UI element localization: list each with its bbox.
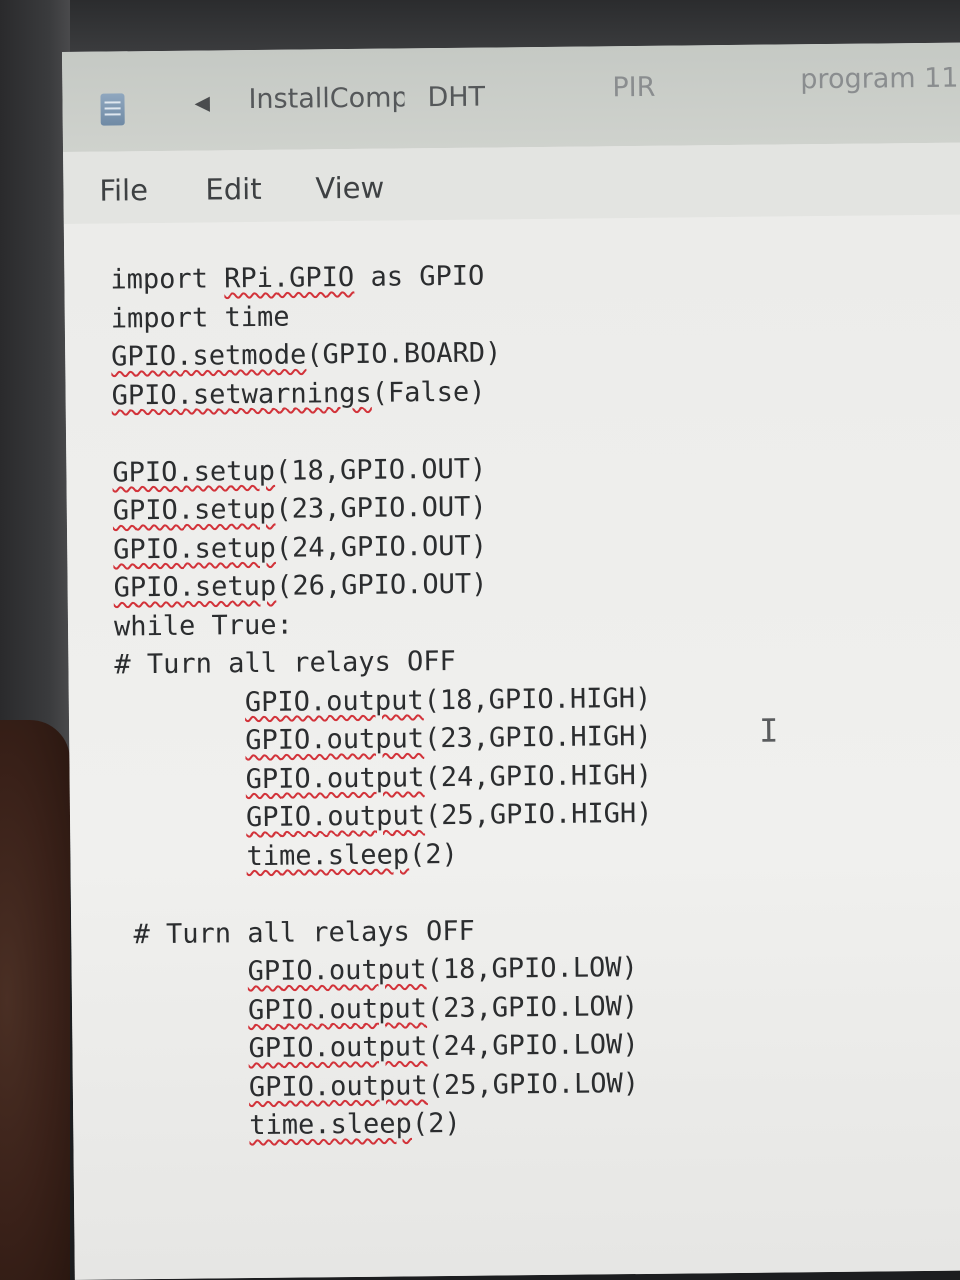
misspelled-word: time.sleep	[249, 1108, 413, 1142]
text-cursor-icon: I	[758, 711, 779, 750]
code-line: GPIO.output(24,GPIO.HIGH)	[245, 759, 653, 795]
code-line: time.sleep(2)	[246, 838, 458, 872]
code-line: while True:	[113, 609, 293, 642]
code-line: GPIO.setup(23,GPIO.OUT)	[112, 491, 487, 527]
code-line: GPIO.setup(18,GPIO.OUT)	[112, 453, 487, 488]
code-line: GPIO.output(18,GPIO.LOW)	[247, 952, 638, 988]
menu-file[interactable]: File	[99, 173, 148, 208]
code-line: ​	[116, 880, 118, 912]
notepad-icon	[100, 93, 125, 126]
code-line: GPIO.output(24,GPIO.LOW)	[248, 1029, 639, 1065]
menu-view[interactable]: View	[315, 171, 384, 206]
tab-program-11[interactable]: program 11	[800, 63, 959, 96]
misspelled-word: time.sleep	[246, 838, 410, 872]
code-line: # Turn all relays OFF	[117, 915, 476, 950]
text-editor-area[interactable]: import RPi.GPIO as GPIO import time GPIO.s…	[63, 214, 960, 1280]
misspelled-word: GPIO.output	[248, 1031, 428, 1065]
menu-bar: File Edit View	[63, 142, 960, 224]
misspelled-word: GPIO.output	[245, 800, 426, 834]
tab-dht[interactable]: DHT	[427, 82, 485, 114]
misspelled-word: RPi.GPIO	[224, 261, 355, 295]
misspelled-word: GPIO.setup	[113, 532, 276, 565]
misspelled-word: GPIO.output	[245, 723, 425, 757]
tab-bar: ◀ InstallCompä DHT PIR program 11	[62, 42, 960, 152]
hand-thumb	[0, 720, 70, 1280]
misspelled-word: GPIO.output	[244, 684, 424, 718]
code-line: GPIO.output(23,GPIO.HIGH)	[245, 720, 652, 757]
misspelled-word: GPIO.setup	[112, 455, 276, 488]
tab-installcomp[interactable]: InstallCompä	[248, 82, 404, 115]
menu-edit[interactable]: Edit	[205, 172, 262, 207]
code-line: import RPi.GPIO as GPIO	[110, 260, 485, 296]
code-line: GPIO.setmode(GPIO.BOARD)	[111, 337, 502, 373]
chevron-left-icon[interactable]: ◀	[194, 90, 210, 114]
code-text: import RPi.GPIO as GPIO import time GPIO.s…	[110, 256, 656, 1147]
misspelled-word: GPIO.output	[248, 1069, 428, 1103]
code-line: import time	[110, 301, 290, 335]
code-line: GPIO.setwarnings(False)	[111, 376, 486, 411]
misspelled-word: GPIO.setwarnings	[111, 377, 372, 411]
tab-pir[interactable]: PIR	[612, 72, 655, 103]
misspelled-word: GPIO.setup	[113, 570, 277, 604]
code-line: GPIO.output(23,GPIO.LOW)	[247, 990, 639, 1026]
misspelled-word: GPIO.setmode	[111, 339, 307, 373]
code-line: time.sleep(2)	[249, 1107, 461, 1142]
code-line: GPIO.setup(26,GPIO.OUT)	[113, 568, 488, 604]
code-line: GPIO.output(18,GPIO.HIGH)	[244, 682, 652, 718]
code-line: GPIO.output(25,GPIO.LOW)	[248, 1067, 640, 1103]
misspelled-word: GPIO.output	[247, 992, 428, 1026]
code-line: ​	[111, 418, 113, 450]
misspelled-word: GPIO.output	[247, 954, 427, 988]
code-line: GPIO.setup(24,GPIO.OUT)	[113, 530, 488, 565]
misspelled-word: GPIO.setup	[112, 493, 276, 527]
notepad-window: ◀ InstallCompä DHT PIR program 11 File E…	[62, 42, 960, 1280]
code-line: GPIO.output(25,GPIO.HIGH)	[245, 797, 653, 834]
code-line: # Turn all relays OFF	[114, 645, 456, 681]
misspelled-word: GPIO.output	[245, 761, 425, 795]
